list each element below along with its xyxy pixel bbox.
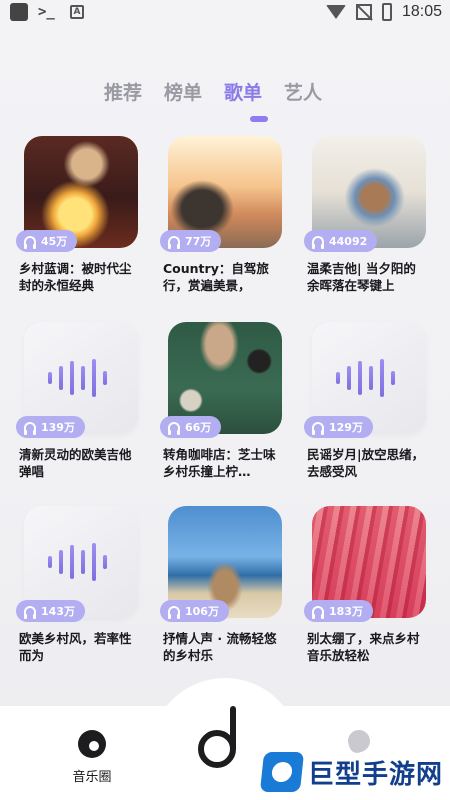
watermark-logo-icon: [259, 752, 305, 792]
music-note-logo-button[interactable]: [196, 706, 256, 776]
headphones-icon: [312, 236, 324, 249]
play-count: 183万: [329, 605, 363, 618]
playlist-title: 温柔吉他| 当夕阳的余晖落在琴键上: [307, 261, 416, 293]
soundwave-icon: [48, 542, 107, 582]
watermark: 巨型手游网: [259, 752, 444, 792]
play-count: 66万: [185, 421, 212, 434]
playlist-title: 清新灵动的欧美吉他弹唱: [19, 447, 132, 479]
play-count: 45万: [41, 235, 68, 248]
headphones-icon: [312, 422, 324, 435]
tab-indicator: [250, 116, 268, 122]
playlist-title: 乡村蓝调：被时代尘封的永恒经典: [19, 261, 132, 293]
play-count: 139万: [41, 421, 75, 434]
status-bar: >_ A 18:05: [0, 0, 450, 26]
play-count-badge: 45万: [16, 230, 78, 252]
no-signal-icon: [355, 4, 372, 20]
play-count-badge: 106万: [160, 600, 229, 622]
music-note-stem: [230, 706, 236, 752]
tab-charts[interactable]: 榜单: [164, 78, 202, 105]
headphones-icon: [312, 606, 324, 619]
playlist-title: 民谣岁月|放空思绪，去感受风: [307, 447, 425, 479]
playlist-title: 别太绷了，来点乡村音乐放轻松: [307, 631, 420, 663]
play-count-badge: 44092: [304, 230, 378, 252]
headphones-icon: [24, 606, 36, 619]
app-notification-icon: [10, 3, 28, 21]
play-count: 129万: [329, 421, 363, 434]
tab-recommend[interactable]: 推荐: [104, 78, 142, 105]
play-count: 143万: [41, 605, 75, 618]
playlist-title: Country：自驾旅行，赏遍美景，: [163, 261, 269, 293]
play-count-badge: 143万: [16, 600, 85, 622]
play-count: 77万: [185, 235, 212, 248]
soundwave-icon: [336, 358, 395, 398]
play-count-badge: 77万: [160, 230, 222, 252]
tab-artists[interactable]: 艺人: [284, 78, 322, 105]
a-icon: A: [70, 5, 84, 19]
headphones-icon: [24, 236, 36, 249]
headphones-icon: [168, 606, 180, 619]
play-count-badge: 139万: [16, 416, 85, 438]
play-count-badge: 66万: [160, 416, 222, 438]
battery-icon: [381, 3, 392, 21]
category-tabs: 推荐 榜单 歌单 艺人: [104, 78, 322, 105]
playlist-title: 转角咖啡店：芝士味乡村乐撞上柠…: [163, 447, 276, 479]
nav-music-circle[interactable]: 音乐圈: [62, 730, 122, 785]
wifi-icon: [325, 5, 346, 19]
play-count-badge: 183万: [304, 600, 373, 622]
play-count-badge: 129万: [304, 416, 373, 438]
playlist-title: 欧美乡村风，若率性而为: [19, 631, 132, 663]
headphones-icon: [168, 422, 180, 435]
play-count: 106万: [185, 605, 219, 618]
playlist-title: 抒情人声 · 流畅轻悠的乡村乐: [163, 631, 277, 663]
terminal-icon: >_: [38, 4, 55, 20]
status-time: 18:05: [401, 3, 442, 20]
headphones-icon: [24, 422, 36, 435]
headphones-icon: [168, 236, 180, 249]
watermark-text: 巨型手游网: [308, 759, 444, 790]
tab-playlists[interactable]: 歌单: [224, 78, 262, 105]
play-count: 44092: [329, 234, 368, 248]
nav-music-circle-label: 音乐圈: [72, 770, 112, 785]
soundwave-icon: [48, 358, 107, 398]
disc-icon: [78, 730, 106, 758]
